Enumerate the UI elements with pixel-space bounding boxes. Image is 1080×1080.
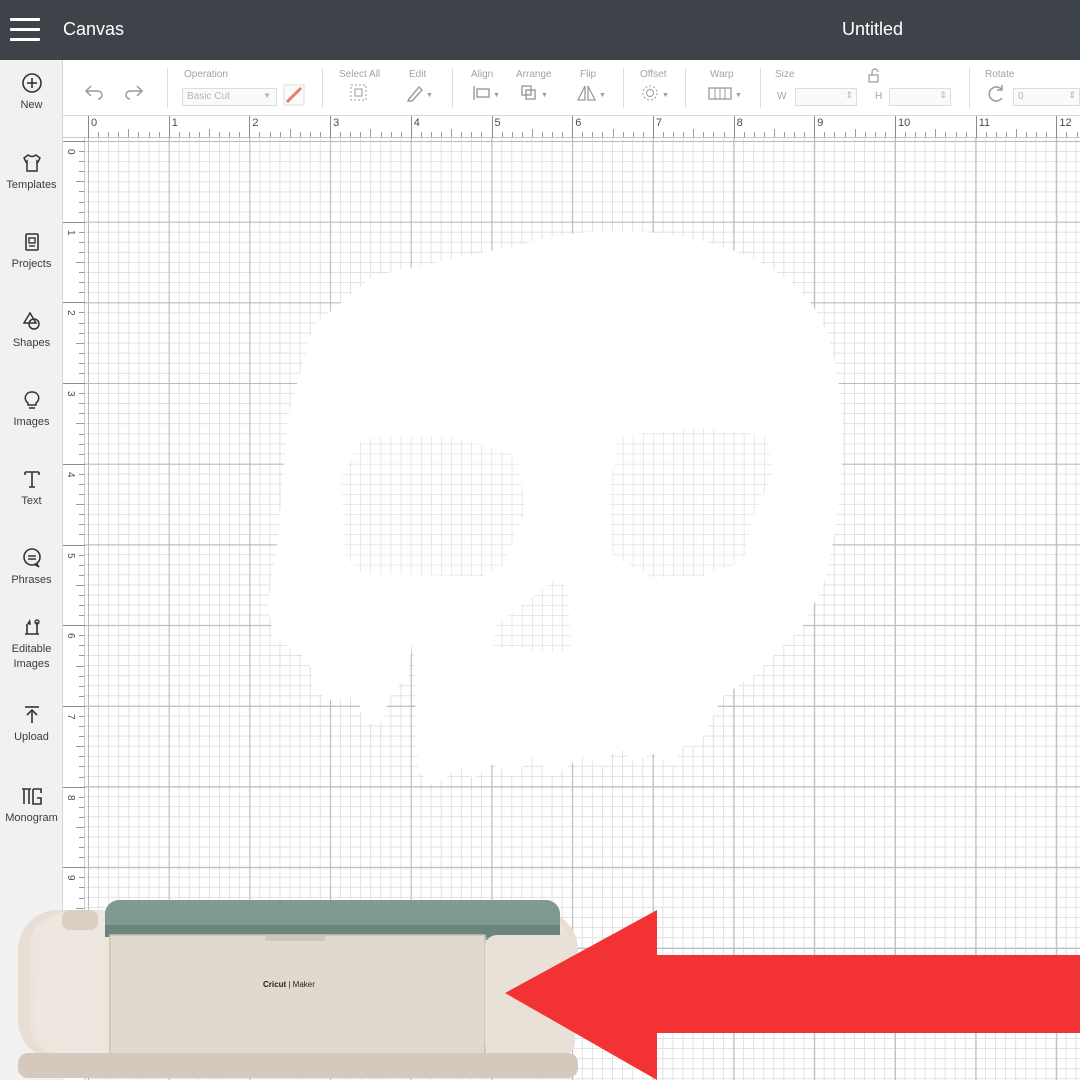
- edit-toolbar: Operation Basic Cut ▼ Select All Edit ▼ …: [63, 60, 1080, 116]
- arrange-label: Arrange: [516, 69, 552, 80]
- sidebar-item-phrases[interactable]: Phrases: [0, 547, 63, 588]
- svg-text:▼: ▼: [662, 92, 669, 99]
- document-title[interactable]: Untitled: [842, 19, 903, 40]
- divider: [685, 68, 686, 108]
- height-label: H: [875, 91, 883, 102]
- rotate-icon[interactable]: [984, 82, 1010, 104]
- divider: [322, 68, 323, 108]
- sidebar-item-monogram[interactable]: Monogram: [0, 785, 63, 826]
- warp-icon[interactable]: ▼: [706, 82, 746, 104]
- width-input[interactable]: ⇕: [795, 88, 857, 106]
- operation-value: Basic Cut: [187, 91, 230, 102]
- app-title: Canvas: [63, 19, 125, 39]
- offset-label: Offset: [640, 69, 667, 80]
- sidebar-item-editable-images[interactable]: Editable Images: [0, 616, 63, 672]
- sidebar-item-images[interactable]: Images: [0, 389, 63, 430]
- red-arrow-pointer: [505, 910, 1080, 1080]
- plus-circle-icon: [21, 73, 42, 93]
- rotate-input[interactable]: 0 ⇕: [1013, 88, 1080, 106]
- divider: [969, 68, 970, 108]
- edit-label: Edit: [409, 69, 427, 80]
- flip-label: Flip: [580, 69, 597, 80]
- sidebar-item-shapes[interactable]: Shapes: [0, 310, 63, 351]
- top-bar: Canvas Untitled: [0, 0, 1080, 60]
- sidebar-item-upload[interactable]: Upload: [0, 704, 63, 745]
- align-label: Align: [471, 69, 494, 80]
- align-icon[interactable]: ▼: [471, 82, 503, 104]
- svg-text:▼: ▼: [493, 92, 500, 99]
- redo-icon[interactable]: [123, 82, 145, 100]
- width-label: W: [777, 91, 787, 102]
- undo-icon[interactable]: [83, 82, 105, 100]
- divider: [167, 68, 168, 108]
- upload-icon: [24, 706, 39, 723]
- left-eye-socket: [341, 436, 525, 576]
- machine-brand-label: Cricut | Maker: [263, 980, 315, 989]
- hamburger-menu-icon[interactable]: [10, 18, 40, 42]
- rotate-label: Rotate: [985, 69, 1015, 80]
- editable-images-icon: [24, 619, 40, 635]
- arrow-shape: [505, 910, 1080, 1080]
- select-all-label: Select All: [339, 69, 381, 80]
- speech-bubble-icon: [22, 548, 41, 568]
- operation-select[interactable]: Basic Cut ▼: [182, 88, 277, 106]
- rotate-value: 0: [1018, 91, 1024, 102]
- svg-text:▼: ▼: [426, 92, 433, 99]
- operation-color-swatch[interactable]: [283, 84, 305, 106]
- lightbulb-icon: [24, 391, 39, 409]
- chevron-down-icon: ▼: [263, 91, 271, 100]
- select-all-icon[interactable]: [348, 82, 370, 104]
- divider: [760, 68, 761, 108]
- arrange-icon[interactable]: ▼: [519, 82, 551, 104]
- edit-pencil-icon[interactable]: ▼: [405, 82, 435, 104]
- svg-text:▼: ▼: [735, 92, 742, 99]
- sidebar-item-text[interactable]: Text: [0, 468, 63, 509]
- monogram-icon: [21, 788, 42, 805]
- flip-icon[interactable]: ▼: [575, 82, 607, 104]
- sidebar-item-new[interactable]: New: [0, 72, 63, 113]
- operation-label: Operation: [184, 69, 228, 80]
- text-icon: [23, 471, 40, 488]
- divider: [623, 68, 624, 108]
- height-input[interactable]: ⇕: [889, 88, 951, 106]
- svg-text:▼: ▼: [541, 92, 548, 99]
- svg-text:▼: ▼: [599, 92, 606, 99]
- projects-icon: [24, 233, 39, 251]
- warp-label: Warp: [710, 69, 734, 80]
- sidebar-item-templates[interactable]: Templates: [0, 152, 63, 193]
- sidebar-label: Editable Images: [11, 643, 52, 670]
- size-label: Size: [775, 69, 795, 80]
- shapes-icon: [22, 311, 40, 330]
- lock-icon[interactable]: [865, 68, 885, 84]
- sidebar-item-projects[interactable]: Projects: [0, 231, 63, 272]
- offset-icon[interactable]: ▼: [640, 82, 672, 104]
- tshirt-icon: [22, 154, 41, 172]
- divider: [452, 68, 453, 108]
